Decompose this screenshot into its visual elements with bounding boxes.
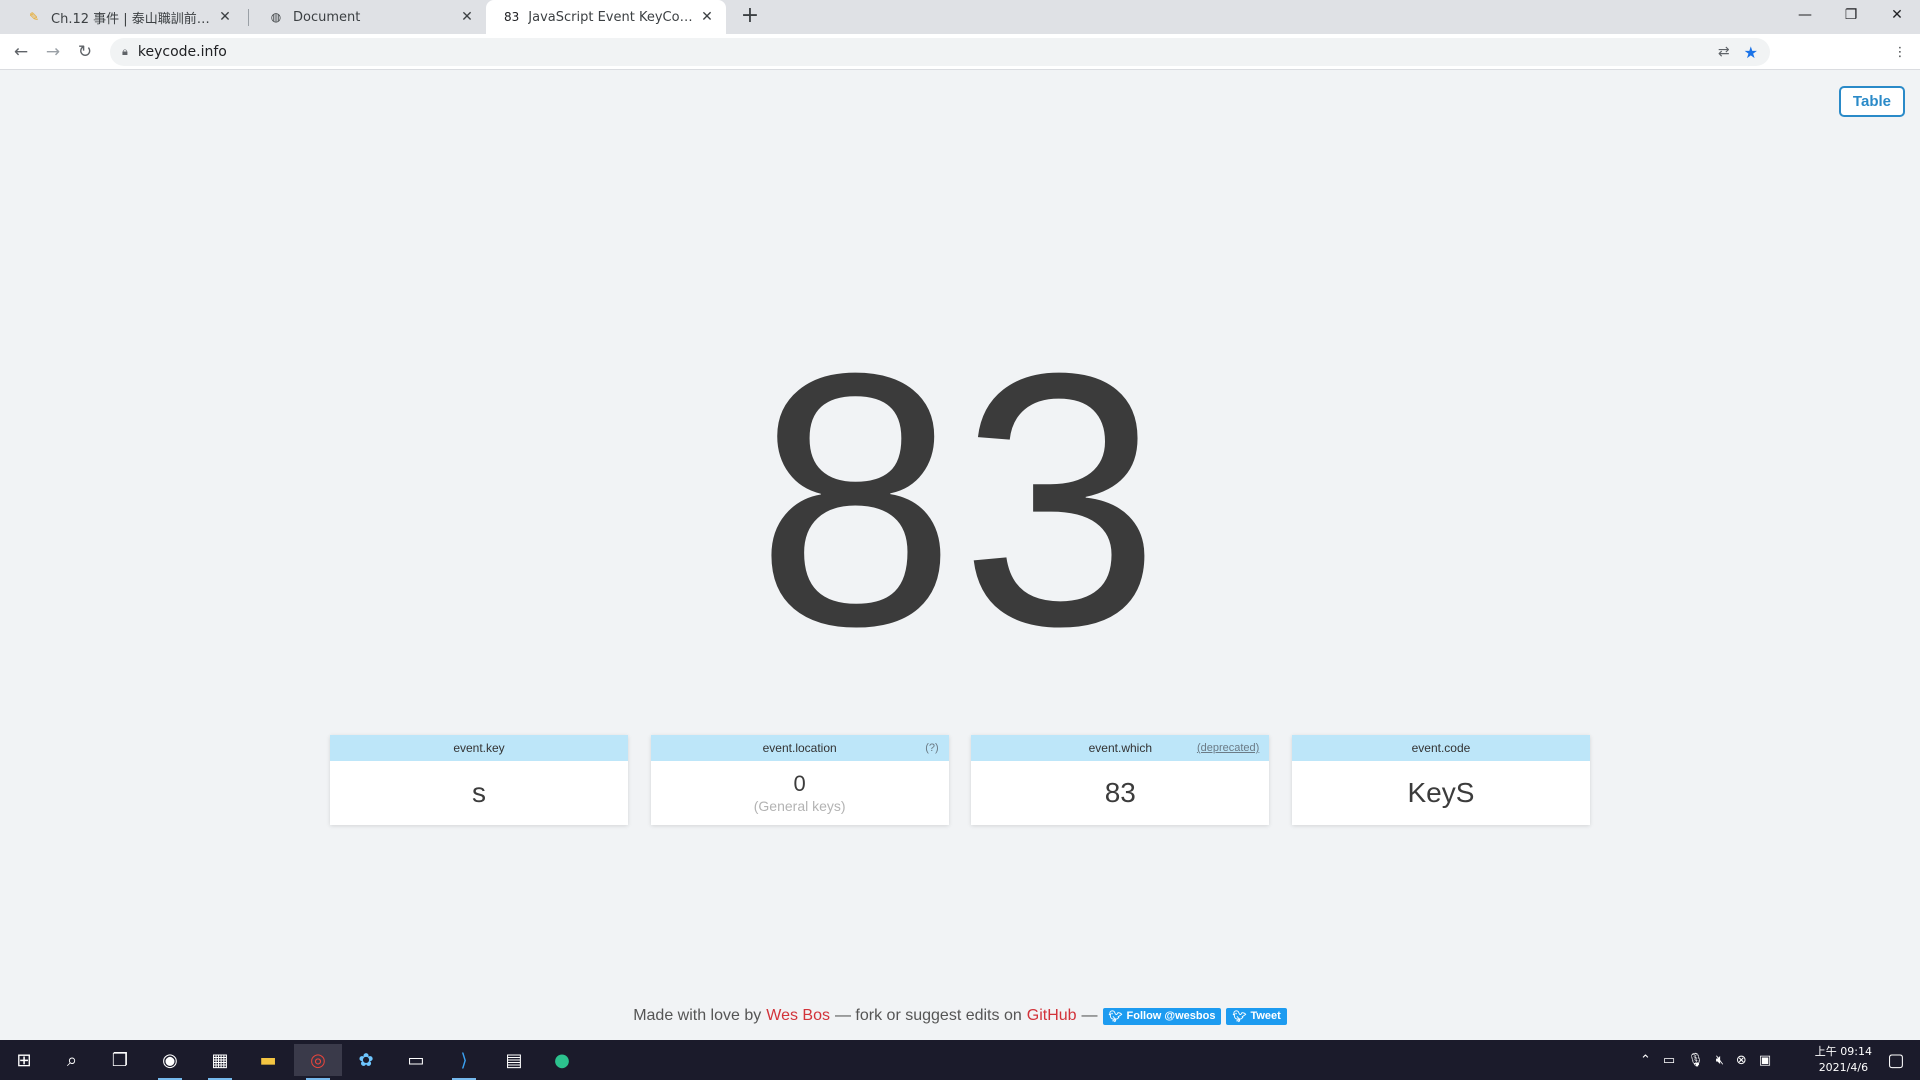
key-code-display: 83 [755, 299, 1165, 701]
tab-course[interactable]: ✎ Ch.12 事件 | 泰山職訓前端班課程 ✕ [8, 0, 244, 34]
clock-time: 上午 09:14 [1814, 1045, 1872, 1058]
card-value: 83 [1104, 777, 1136, 808]
footer: Made with love by Wes Bos — fork or sugg… [0, 1007, 1920, 1025]
close-window-button[interactable]: ✕ [1874, 0, 1920, 30]
github-link[interactable]: GitHub [1027, 1007, 1077, 1025]
card-event-code: event.code KeyS [1291, 735, 1590, 825]
address-bar[interactable]: 🔒︎ keycode.info ⇄ ★ [110, 38, 1770, 66]
calculator-icon[interactable]: ▤ [490, 1044, 538, 1076]
tweet-label: Tweet [1250, 1010, 1281, 1022]
app-icon[interactable]: ✿ [342, 1044, 390, 1076]
card-label: event.code [1411, 741, 1471, 755]
keycode-page: Table 83 event.key s event.location (?) … [0, 70, 1920, 1040]
lock-icon: 🔒︎ [122, 45, 128, 58]
card-value: KeyS [1407, 777, 1475, 808]
microphone-icon[interactable]: 🎙︎ [1687, 1053, 1704, 1068]
windows-start-icon[interactable]: ⊞ [0, 1044, 48, 1076]
clock-date: 2021/4/6 [1818, 1061, 1869, 1074]
windows-taskbar: ⊞ ⌕ ❐ ◉ ▦ ▬ ◎ ✿ ▭ ⟩ ▤ ● ⌃ ▭ 🎙︎ 🔇︎ ⊗ ▣ 上午… [0, 1040, 1920, 1080]
location-help-link[interactable]: (?) [925, 742, 938, 754]
tab-title: Document [293, 9, 361, 25]
back-button[interactable]: ← [9, 40, 33, 64]
card-label: event.which [1088, 741, 1152, 755]
tab-strip: ✎ Ch.12 事件 | 泰山職訓前端班課程 ✕ ◍ Document ✕ 83… [0, 0, 1920, 34]
card-label: event.key [453, 741, 505, 755]
follow-label: Follow @wesbos [1126, 1010, 1216, 1022]
tab-document[interactable]: ◍ Document ✕ [250, 0, 486, 34]
card-label: event.location [762, 741, 837, 755]
pencil-icon: ✎ [28, 10, 40, 24]
app-icon[interactable]: ▦ [196, 1044, 244, 1080]
card-value: 0 [793, 771, 806, 796]
twitter-icon: 🐦︎ [1108, 1010, 1123, 1023]
card-body: s [330, 761, 628, 825]
minimize-button[interactable]: — [1782, 0, 1828, 30]
card-body: KeyS [1292, 761, 1590, 825]
app-icon[interactable]: ● [538, 1044, 586, 1076]
forward-button[interactable]: → [41, 40, 65, 64]
close-icon[interactable]: ✕ [698, 8, 716, 26]
footer-middle: — fork or suggest edits on [834, 1007, 1022, 1024]
twitter-icon: 🐦︎ [1232, 1010, 1247, 1023]
new-tab-button[interactable]: + [738, 5, 762, 29]
clock[interactable]: 上午 09:14 2021/4/6 [1815, 1044, 1872, 1076]
card-body: 0 (General keys) [651, 761, 949, 825]
event-cards: event.key s event.location (?) 0 (Genera… [330, 735, 1590, 825]
status-icon[interactable]: ⊗ [1736, 1053, 1747, 1068]
card-event-key: event.key s [330, 735, 628, 825]
tab-divider [248, 9, 249, 26]
card-value: s [472, 777, 486, 808]
close-icon[interactable]: ✕ [216, 8, 234, 26]
card-subvalue: (General keys) [753, 798, 846, 814]
url-text: keycode.info [137, 44, 227, 60]
author-link[interactable]: Wes Bos [766, 1007, 830, 1025]
restore-button[interactable]: ❐ [1828, 0, 1874, 30]
notifications-icon[interactable]: ▢ [1872, 1044, 1920, 1076]
translate-icon[interactable]: ⇄ [1718, 44, 1730, 60]
input-method-icon[interactable]: ▣ [1759, 1053, 1771, 1068]
tab-keycodes[interactable]: 83 JavaScript Event KeyCodes ✕ [486, 0, 726, 34]
tab-title: Ch.12 事件 | 泰山職訓前端班課程 [51, 11, 216, 27]
card-event-which: event.which (deprecated) 83 [971, 735, 1270, 825]
follow-button[interactable]: 🐦︎ Follow @wesbos [1102, 1007, 1222, 1025]
table-button[interactable]: Table [1838, 86, 1905, 117]
speaker-muted-icon[interactable]: 🔇︎ [1716, 1053, 1724, 1068]
close-icon[interactable]: ✕ [458, 8, 476, 26]
chevron-up-icon[interactable]: ⌃ [1640, 1053, 1651, 1068]
file-explorer-icon[interactable]: ▬ [244, 1044, 292, 1076]
browser-toolbar: ← → ↻ 🔒︎ keycode.info ⇄ ★ ⋮ [0, 34, 1920, 70]
deprecated-link[interactable]: (deprecated) [1197, 742, 1259, 754]
reload-button[interactable]: ↻ [73, 40, 97, 64]
system-tray: ⌃ ▭ 🎙︎ 🔇︎ ⊗ ▣ [1640, 1040, 1771, 1080]
bookmark-star-icon[interactable]: ★ [1744, 43, 1758, 62]
card-header: event.code [1291, 735, 1590, 761]
obs-icon[interactable]: ◉ [146, 1044, 194, 1080]
card-body: 83 [971, 761, 1269, 825]
tab-title: JavaScript Event KeyCodes [528, 9, 698, 25]
globe-icon: ◍ [270, 10, 282, 24]
footer-prefix: Made with love by [633, 1007, 762, 1024]
footer-suffix: — [1081, 1007, 1098, 1024]
menu-icon[interactable]: ⋮ [1890, 42, 1910, 62]
terminal-icon[interactable]: ▭ [392, 1044, 440, 1076]
card-header: event.which (deprecated) [971, 735, 1270, 761]
tweet-button[interactable]: 🐦︎ Tweet [1226, 1007, 1287, 1025]
search-icon[interactable]: ⌕ [48, 1044, 96, 1076]
card-event-location: event.location (?) 0 (General keys) [650, 735, 949, 825]
network-icon[interactable]: ▭ [1663, 1053, 1675, 1068]
card-header: event.key [330, 735, 628, 761]
task-view-icon[interactable]: ❐ [96, 1044, 144, 1076]
chrome-icon[interactable]: ◎ [294, 1044, 342, 1080]
vscode-icon[interactable]: ⟩ [440, 1044, 488, 1080]
tab-favicon-number: 83 [504, 10, 520, 24]
card-header: event.location (?) [650, 735, 949, 761]
